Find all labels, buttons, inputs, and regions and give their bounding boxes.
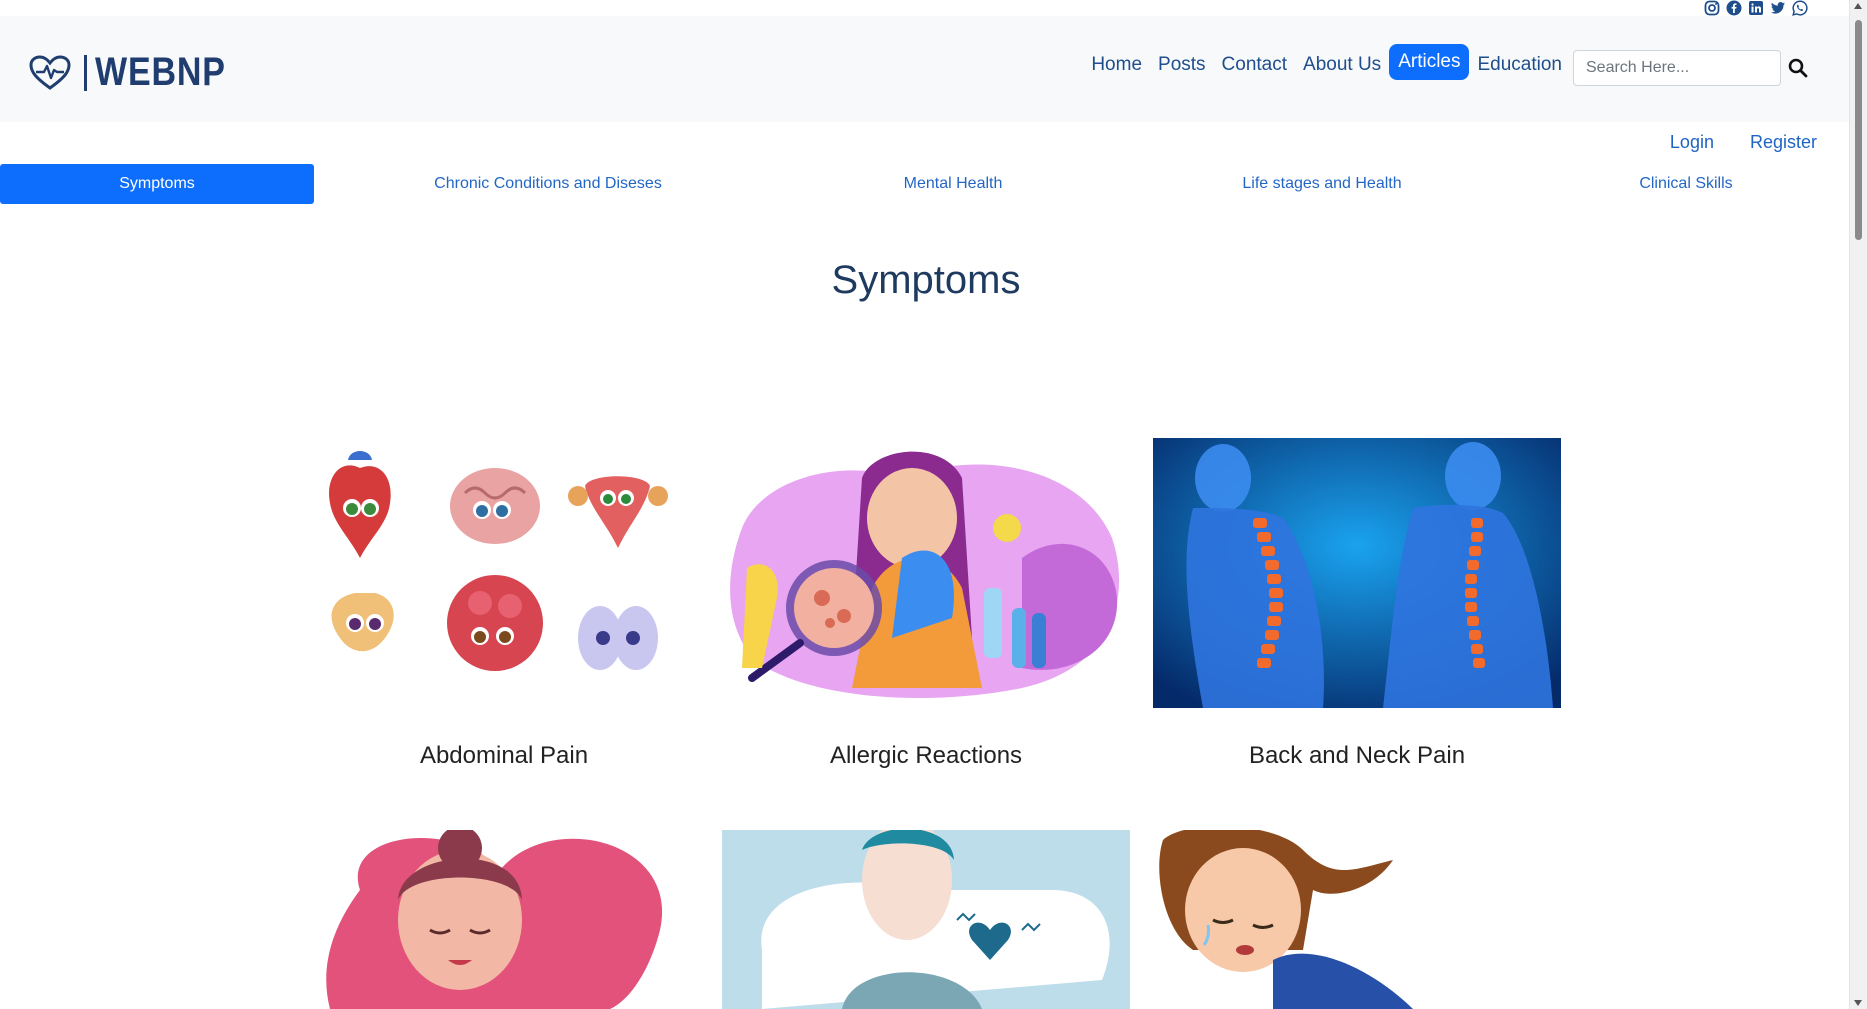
instagram-icon[interactable] bbox=[1704, 0, 1720, 16]
tab-life-stages[interactable]: Life stages and Health bbox=[1222, 164, 1422, 204]
search-button[interactable] bbox=[1786, 56, 1810, 80]
card-row2-2[interactable] bbox=[722, 830, 1130, 1009]
nav-education[interactable]: Education bbox=[1469, 46, 1570, 84]
tab-mental-health[interactable]: Mental Health bbox=[853, 164, 1053, 204]
card-image[interactable] bbox=[722, 438, 1130, 708]
nav-articles[interactable]: Articles bbox=[1389, 44, 1470, 80]
scroll-up-icon[interactable] bbox=[1854, 3, 1862, 9]
card-row2-3[interactable] bbox=[1153, 830, 1561, 1009]
social-icons bbox=[1704, 0, 1808, 16]
allergy-illustration bbox=[722, 438, 1130, 708]
card-title[interactable]: Allergic Reactions bbox=[722, 742, 1130, 770]
card-image[interactable] bbox=[300, 830, 708, 1009]
facebook-icon[interactable] bbox=[1726, 0, 1742, 16]
register-link[interactable]: Register bbox=[1750, 132, 1817, 153]
login-link[interactable]: Login bbox=[1670, 132, 1714, 153]
page-scrollbar[interactable] bbox=[1849, 0, 1867, 1009]
header: WEBNP Home Posts Contact About Us Articl… bbox=[0, 16, 1852, 122]
page-title: Symptoms bbox=[831, 258, 1021, 302]
card-abdominal-pain[interactable]: Abdominal Pain bbox=[300, 438, 708, 770]
scroll-down-icon[interactable] bbox=[1854, 1000, 1862, 1006]
card-image[interactable] bbox=[1153, 830, 1561, 1009]
heart-pulse-icon bbox=[29, 54, 71, 90]
card-row2-1[interactable] bbox=[300, 830, 708, 1009]
crying-girl-illustration bbox=[1153, 830, 1561, 1009]
nav-about-us[interactable]: About Us bbox=[1295, 46, 1389, 84]
linkedin-icon[interactable] bbox=[1748, 0, 1764, 16]
logo[interactable]: WEBNP bbox=[28, 50, 249, 95]
category-tabs: Symptoms Chronic Conditions and Diseses … bbox=[0, 164, 1852, 204]
tab-clinical-skills[interactable]: Clinical Skills bbox=[1586, 164, 1786, 204]
search-icon bbox=[1788, 58, 1808, 78]
auth-links: Login Register bbox=[1670, 132, 1817, 153]
card-image[interactable] bbox=[1153, 438, 1561, 708]
woman-heart-illustration bbox=[300, 830, 708, 1009]
card-image[interactable] bbox=[722, 830, 1130, 1009]
nav-home[interactable]: Home bbox=[1083, 46, 1150, 84]
search-input[interactable] bbox=[1573, 50, 1781, 86]
card-allergic-reactions[interactable]: Allergic Reactions bbox=[722, 438, 1130, 770]
social-bar bbox=[0, 0, 1850, 16]
whatsapp-icon[interactable] bbox=[1792, 0, 1808, 16]
tab-symptoms[interactable]: Symptoms bbox=[0, 164, 314, 204]
nav-contact[interactable]: Contact bbox=[1214, 46, 1295, 84]
logo-divider bbox=[84, 54, 87, 91]
heartache-illustration bbox=[722, 830, 1130, 1009]
card-back-neck-pain[interactable]: Back and Neck Pain bbox=[1153, 438, 1561, 770]
logo-text: WEBNP bbox=[95, 50, 226, 94]
card-title[interactable]: Abdominal Pain bbox=[300, 742, 708, 770]
twitter-icon[interactable] bbox=[1770, 0, 1786, 16]
spine-illustration bbox=[1153, 438, 1561, 708]
scrollbar-thumb[interactable] bbox=[1855, 20, 1862, 240]
card-image[interactable] bbox=[300, 438, 708, 708]
card-title[interactable]: Back and Neck Pain bbox=[1153, 742, 1561, 770]
main-nav: Home Posts Contact About Us Articles Edu… bbox=[1083, 44, 1570, 84]
nav-posts[interactable]: Posts bbox=[1150, 46, 1214, 84]
tab-chronic-conditions[interactable]: Chronic Conditions and Diseses bbox=[398, 164, 698, 204]
organs-illustration bbox=[300, 438, 708, 708]
